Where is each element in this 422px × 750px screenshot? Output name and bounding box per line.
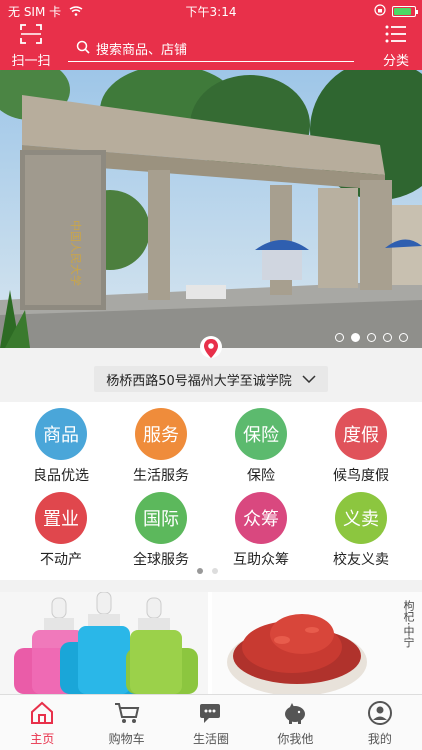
- product-card-goji[interactable]: 枸杞·中宁: [212, 592, 422, 694]
- svg-text:中国人民大学: 中国人民大学: [69, 220, 83, 286]
- service-label: 互助众筹: [233, 552, 289, 568]
- carousel-dot: [399, 333, 408, 342]
- service-item-crowdfunding[interactable]: 众筹 互助众筹: [211, 492, 311, 569]
- goji-caption: 枸杞·中宁: [402, 600, 415, 648]
- tab-label: 生活圈: [193, 732, 230, 746]
- service-item-insurance[interactable]: 保险 保险: [211, 408, 311, 485]
- service-icon: 众筹: [235, 492, 287, 544]
- tab-you-me-them[interactable]: 你我他: [253, 695, 337, 750]
- status-bar: 无 SIM 卡 下午3:14: [0, 0, 422, 20]
- tab-mine[interactable]: 我的: [338, 695, 422, 750]
- service-icon: 义卖: [335, 492, 387, 544]
- scan-label: 扫一扫: [11, 54, 51, 69]
- chevron-down-icon: [302, 372, 316, 387]
- carousel-dot: [367, 333, 376, 342]
- tab-home[interactable]: 主页: [0, 695, 84, 750]
- service-label: 生活服务: [133, 468, 189, 484]
- piggy-bank-icon: [282, 703, 308, 728]
- product-card-baby-bottles[interactable]: [0, 592, 208, 694]
- tab-cart[interactable]: 购物车: [84, 695, 168, 750]
- service-item-vacation[interactable]: 度假 候鸟度假: [311, 408, 411, 485]
- product-showcase: 枸杞·中宁: [0, 592, 422, 694]
- battery-icon: [392, 6, 418, 17]
- service-item-global[interactable]: 国际 全球服务: [111, 492, 211, 569]
- service-label: 不动产: [40, 552, 82, 568]
- user-icon: [367, 701, 393, 728]
- tab-label: 我的: [367, 732, 392, 746]
- search-icon: [76, 40, 90, 58]
- service-icon: 国际: [135, 492, 187, 544]
- tab-label: 主页: [30, 732, 55, 746]
- chat-icon: [198, 704, 224, 728]
- home-icon: [29, 701, 55, 728]
- category-button[interactable]: 分类: [378, 24, 414, 69]
- service-label: 候鸟度假: [333, 468, 389, 484]
- carousel-indicator: [335, 333, 408, 342]
- service-label: 校友义卖: [333, 552, 389, 568]
- tab-label: 你我他: [277, 732, 314, 746]
- location-pin-icon: [200, 336, 222, 370]
- service-icon: 商品: [35, 408, 87, 460]
- service-label: 全球服务: [133, 552, 189, 568]
- orientation-lock-icon: [374, 4, 386, 19]
- service-label: 保险: [247, 468, 275, 484]
- location-selector[interactable]: 杨桥西路50号福州大学至诚学院: [94, 366, 328, 392]
- service-icon: 保险: [235, 408, 287, 460]
- app-header: 无 SIM 卡 下午3:14 扫一扫 搜索商品、店铺 分类: [0, 0, 422, 70]
- banner-carousel[interactable]: 中国人民大学: [0, 70, 422, 348]
- services-grid: 商品 良品优选 服务 生活服务 保险 保险 度假 候鸟度假 置业 不动产 国际 …: [0, 402, 422, 580]
- tab-life-circle[interactable]: 生活圈: [169, 695, 253, 750]
- service-icon: 度假: [335, 408, 387, 460]
- service-label: 良品优选: [33, 468, 89, 484]
- service-icon: 服务: [135, 408, 187, 460]
- grid-page-indicator: [197, 568, 218, 574]
- status-time: 下午3:14: [185, 5, 237, 19]
- location-address: 杨桥西路50号福州大学至诚学院: [106, 373, 292, 389]
- service-icon: 置业: [35, 492, 87, 544]
- scan-button[interactable]: 扫一扫: [8, 24, 54, 69]
- category-label: 分类: [382, 54, 409, 69]
- list-menu-icon: [385, 25, 407, 48]
- scan-icon: [20, 24, 42, 48]
- goji-berries-image: [212, 592, 422, 694]
- campus-gate-photo: 中国人民大学: [0, 70, 422, 348]
- cart-icon: [114, 703, 140, 728]
- carousel-dot: [383, 333, 392, 342]
- baby-bottles-image: [0, 592, 208, 694]
- carousel-dot: [335, 333, 344, 342]
- search-placeholder: 搜索商品、店铺: [96, 43, 188, 58]
- service-item-property[interactable]: 置业 不动产: [11, 492, 111, 569]
- search-input[interactable]: 搜索商品、店铺: [68, 36, 354, 62]
- bottom-tab-bar: 主页 购物车 生活圈 你我他 我的: [0, 694, 422, 750]
- tab-label: 购物车: [108, 732, 145, 746]
- service-item-charity-sale[interactable]: 义卖 校友义卖: [311, 492, 411, 569]
- service-item-products[interactable]: 商品 良品优选: [11, 408, 111, 485]
- service-item-life[interactable]: 服务 生活服务: [111, 408, 211, 485]
- carousel-dot: [351, 333, 360, 342]
